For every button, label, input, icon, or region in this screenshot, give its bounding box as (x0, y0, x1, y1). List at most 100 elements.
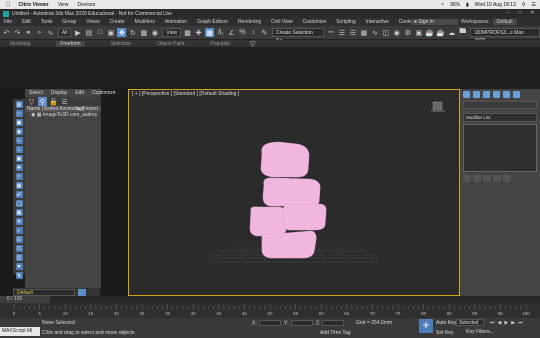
menu-graph-editors[interactable]: Graph Editors (197, 19, 228, 25)
redo-icon[interactable]: ↷ (13, 28, 22, 37)
display-tab-icon[interactable] (503, 90, 510, 98)
set-key-button[interactable]: Set Key (436, 330, 454, 336)
tab-populate[interactable]: Populate (210, 41, 230, 47)
reference-coordinate-dropdown[interactable]: View (162, 28, 182, 37)
keyboard-shortcut-icon[interactable]: ▦ (205, 28, 215, 37)
track-bar[interactable]: 0 5 10 15 20 25 30 35 40 45 50 55 60 65 70 75 80 85 90 95 10… (0, 303, 540, 318)
explorer-tab-edit[interactable]: Edit (75, 90, 84, 96)
menu-animation[interactable]: Animation (165, 19, 187, 25)
display-none-icon[interactable]: ☐ (15, 245, 23, 252)
project-dropdown[interactable]: \3DMPROFS3...s Max 2020 (470, 28, 540, 44)
pivot-center-icon[interactable]: ▩ (183, 28, 192, 37)
align-icon[interactable]: ☰ (337, 28, 346, 37)
display-hidden-icon[interactable]: ◐ (15, 227, 23, 234)
apple-icon[interactable]:  (6, 2, 11, 8)
menu-rendering[interactable]: Rendering (238, 19, 261, 25)
mirror-icon[interactable]: ⎓ (326, 28, 335, 37)
invert-display-icon[interactable]: ◫ (15, 254, 23, 261)
menu-edit[interactable]: Edit (22, 19, 31, 25)
explorer-tab-select[interactable]: Select (29, 90, 43, 96)
filter-icon[interactable]: ▽ (27, 97, 36, 106)
next-frame-icon[interactable]: ▶ (511, 320, 515, 326)
menu-customize[interactable]: Customize (303, 19, 327, 25)
show-end-result-icon[interactable] (473, 175, 481, 182)
hierarchy-tab-icon[interactable] (483, 90, 490, 98)
rendered-frame-icon[interactable]: ▣ (414, 28, 423, 37)
current-layer-field[interactable]: Default (13, 288, 75, 296)
link-icon[interactable]: ⚭ (24, 28, 33, 37)
menu-civil-view[interactable]: Civil View (271, 19, 293, 25)
go-to-start-icon[interactable]: ⏮ (490, 320, 495, 326)
select-by-name-icon[interactable]: ▤ (84, 28, 93, 37)
menu-group[interactable]: Group (62, 19, 76, 25)
bind-space-warp-icon[interactable]: ∿ (46, 28, 55, 37)
render-setup-icon[interactable]: ⚙ (403, 28, 412, 37)
maxscript-listener[interactable]: MAXScript Mi (0, 327, 40, 336)
folder-icon[interactable]: 🖿 (458, 28, 467, 37)
tab-freeform[interactable]: Freeform (56, 40, 85, 47)
tab-object-paint[interactable]: Object Paint (157, 41, 184, 47)
modify-tab-icon[interactable] (473, 90, 480, 98)
mac-app-name[interactable]: Citrix Viewer (19, 2, 49, 8)
close-icon[interactable]: ✕ (527, 10, 538, 16)
display-lights-icon[interactable]: ☼ (15, 146, 23, 153)
key-filters-button[interactable]: Key Filters... (466, 329, 494, 335)
go-to-end-icon[interactable]: ⏭ (518, 320, 523, 326)
configure-sets-icon[interactable] (503, 175, 511, 182)
sort-icon[interactable]: ⇅ (15, 272, 23, 279)
tab-selection[interactable]: Selection (111, 41, 132, 47)
render-iterative-icon[interactable]: ☕ (436, 28, 445, 37)
snaps-toggle-icon[interactable]: 3₁ (216, 28, 225, 37)
time-slider-track[interactable]: 0 / 100 (0, 296, 540, 303)
y-coordinate-field[interactable] (290, 320, 313, 326)
selection-filter-dropdown[interactable]: All (57, 28, 72, 37)
edit-named-sets-icon[interactable]: ✎ (260, 28, 269, 37)
explorer-options-icon[interactable]: ☰ (60, 97, 69, 106)
previous-frame-icon[interactable]: ◀ (498, 320, 502, 326)
curve-editor-icon[interactable]: ∿ (370, 28, 379, 37)
lock-icon[interactable]: 🔒 (49, 97, 58, 106)
percent-snap-icon[interactable]: % (238, 28, 247, 37)
modifier-stack[interactable] (463, 124, 537, 172)
explorer-tab-display[interactable]: Display (51, 90, 67, 96)
menu-tools[interactable]: Tools (41, 19, 53, 25)
visibility-eye-icon[interactable]: ◉ (31, 112, 35, 118)
clock[interactable]: Wed 10 Aug 18:13 (475, 2, 516, 8)
select-scale-icon[interactable]: ▩ (139, 28, 148, 37)
menu-scripting[interactable]: Scripting (336, 19, 355, 25)
select-none-icon[interactable]: □ (15, 110, 23, 117)
utilities-tab-icon[interactable] (513, 90, 520, 98)
sign-in-button[interactable]: ● Sign In (411, 19, 458, 25)
select-manipulate-icon[interactable]: ✚ (194, 28, 203, 37)
add-time-tag-button[interactable]: Add Time Tag (320, 330, 350, 336)
render-production-icon[interactable]: ☕ (425, 28, 434, 37)
explorer-tab-customize[interactable]: Customize (92, 90, 116, 96)
display-frozen-icon[interactable]: ❄ (15, 218, 23, 225)
spinner-snap-icon[interactable]: ↕ (249, 28, 258, 37)
display-shapes-icon[interactable]: ∿ (15, 137, 23, 144)
select-move-icon[interactable]: ✥ (117, 28, 127, 37)
layer-explorer-button[interactable] (78, 288, 86, 296)
set-keys-icon[interactable]: + (419, 319, 433, 333)
auto-key-button[interactable]: Auto Key (436, 320, 456, 326)
unlink-icon[interactable]: ⚬ (35, 28, 44, 37)
angle-snap-icon[interactable]: ∠ (227, 28, 236, 37)
display-all-icon[interactable]: ☷ (15, 236, 23, 243)
mac-menu-view[interactable]: View (58, 2, 69, 8)
display-bones-icon[interactable]: ◯ (15, 200, 23, 207)
tab-modeling[interactable]: Modeling (10, 41, 30, 47)
schematic-view-icon[interactable]: ◫ (381, 28, 390, 37)
display-cameras-icon[interactable]: ▣ (15, 155, 23, 162)
time-slider[interactable]: 0 / 100 (0, 296, 50, 303)
search-icon[interactable]: ⚲ (522, 2, 526, 8)
display-xrefs-icon[interactable]: ☍ (15, 191, 23, 198)
display-geometry-icon[interactable]: ◉ (15, 128, 23, 135)
display-helpers-icon[interactable]: ✚ (15, 164, 23, 171)
undo-icon[interactable]: ↶ (2, 28, 11, 37)
invert-selection-icon[interactable]: ▣ (15, 119, 23, 126)
menu-create[interactable]: Create (110, 19, 125, 25)
find-icon[interactable]: ⚲ (38, 97, 47, 106)
display-groups-icon[interactable]: ▦ (15, 182, 23, 189)
pin-stack-icon[interactable] (463, 175, 471, 182)
display-containers-icon[interactable]: ▩ (15, 209, 23, 216)
